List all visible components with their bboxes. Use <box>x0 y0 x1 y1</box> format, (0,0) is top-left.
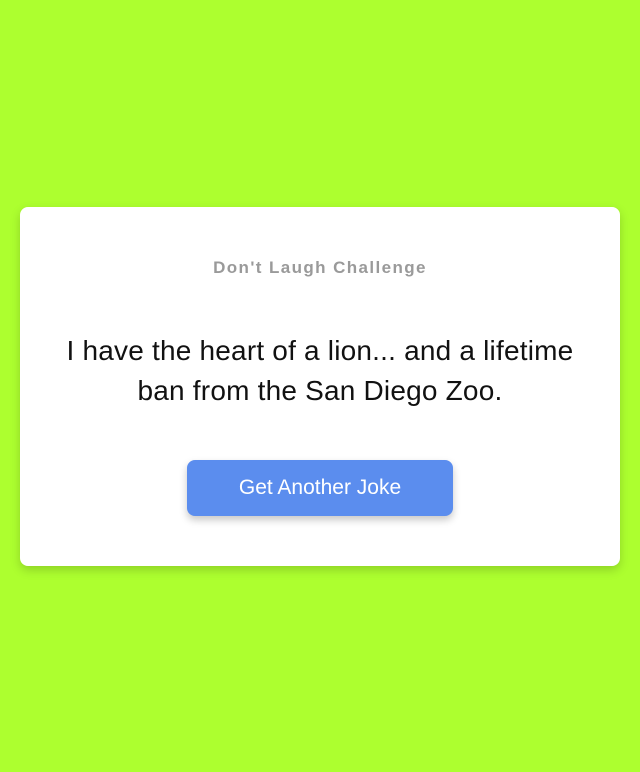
get-another-joke-button[interactable]: Get Another Joke <box>187 460 453 516</box>
challenge-subtitle: Don't Laugh Challenge <box>213 258 427 277</box>
joke-text: I have the heart of a lion... and a life… <box>66 335 574 406</box>
joke-card: Don't Laugh Challenge I have the heart o… <box>20 207 620 566</box>
